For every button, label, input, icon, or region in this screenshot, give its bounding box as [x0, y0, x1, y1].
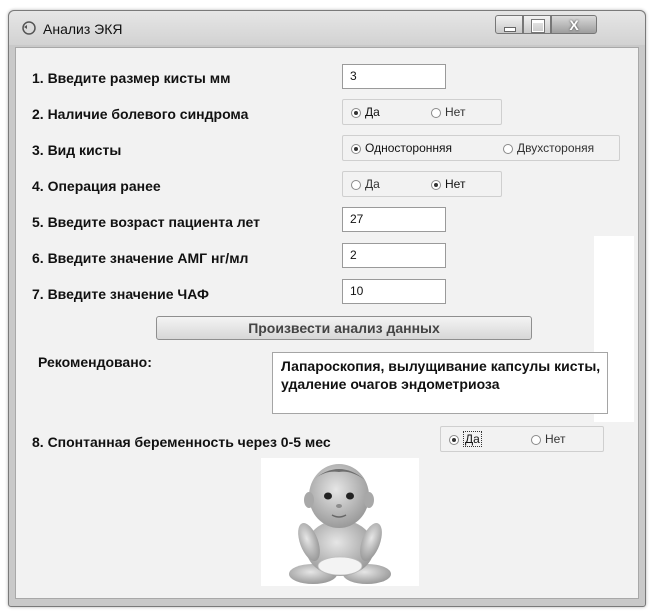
pain-yes-label: Да: [365, 105, 380, 119]
app-window: Анализ ЭКЯ X 1. Введите размер кисты мм …: [8, 10, 646, 607]
surgery-radio-group: Да Нет: [342, 171, 502, 197]
baby-illustration: [289, 464, 391, 584]
age-label: 5. Введите возраст пациента лет: [32, 214, 260, 230]
surgery-no-radio[interactable]: Нет: [431, 177, 465, 191]
pain-label: 2. Наличие болевого синдрома: [32, 106, 249, 122]
radio-checked-icon: [351, 108, 361, 118]
pregnancy-label: 8. Спонтанная беременность через 0-5 мес: [32, 434, 331, 450]
age-input[interactable]: 27: [342, 207, 446, 232]
pregnancy-yes-radio[interactable]: Да: [449, 431, 482, 447]
pain-yes-radio[interactable]: Да: [351, 105, 380, 119]
radio-unchecked-icon: [503, 144, 513, 154]
chaf-label: 7. Введите значение ЧАФ: [32, 286, 209, 302]
radio-unchecked-icon: [431, 108, 441, 118]
cyst-unilateral-label: Односторонняя: [365, 141, 453, 155]
title-bar[interactable]: Анализ ЭКЯ X: [9, 11, 645, 45]
cyst-bilateral-label: Двухстороняя: [517, 141, 595, 155]
radio-unchecked-icon: [351, 180, 361, 190]
radio-unchecked-icon: [531, 435, 541, 445]
cyst-type-label: 3. Вид кисты: [32, 142, 122, 158]
cyst-type-radio-group: Односторонняя Двухстороняя: [342, 135, 620, 161]
surgery-no-label: Нет: [445, 177, 466, 191]
app-refresh-icon: [22, 21, 36, 35]
minimize-button[interactable]: [495, 15, 523, 34]
pain-no-label: Нет: [445, 105, 466, 119]
amh-label: 6. Введите значение АМГ нг/мл: [32, 250, 249, 266]
close-button[interactable]: X: [551, 15, 597, 34]
radio-checked-icon: [351, 144, 361, 154]
form-area: 1. Введите размер кисты мм 3 2. Наличие …: [15, 47, 639, 599]
baby-photo: [261, 458, 419, 586]
pregnancy-radio-group: Да Нет: [440, 426, 604, 452]
analyze-button[interactable]: Произвести анализ данных: [156, 316, 532, 340]
recommendation-output: Лапароскопия, вылущивание капсулы кисты,…: [272, 352, 608, 414]
pregnancy-no-label: Нет: [545, 432, 566, 446]
window-title: Анализ ЭКЯ: [43, 21, 123, 37]
amh-input[interactable]: 2: [342, 243, 446, 268]
surgery-yes-radio[interactable]: Да: [351, 177, 380, 191]
cyst-bilateral-radio[interactable]: Двухстороняя: [503, 141, 594, 155]
pain-radio-group: Да Нет: [342, 99, 502, 125]
pregnancy-yes-label: Да: [463, 431, 482, 447]
maximize-button[interactable]: [523, 15, 551, 34]
radio-checked-icon: [431, 180, 441, 190]
chaf-input[interactable]: 10: [342, 279, 446, 304]
cyst-size-label: 1. Введите размер кисты мм: [32, 70, 231, 86]
pregnancy-no-radio[interactable]: Нет: [531, 432, 565, 446]
cyst-size-input[interactable]: 3: [342, 64, 446, 89]
recommendation-label: Рекомендовано:: [38, 354, 152, 370]
close-icon: X: [569, 17, 579, 33]
surgery-label: 4. Операция ранее: [32, 178, 161, 194]
pain-no-radio[interactable]: Нет: [431, 105, 465, 119]
cyst-unilateral-radio[interactable]: Односторонняя: [351, 141, 452, 155]
radio-checked-icon: [449, 435, 459, 445]
surgery-yes-label: Да: [365, 177, 380, 191]
